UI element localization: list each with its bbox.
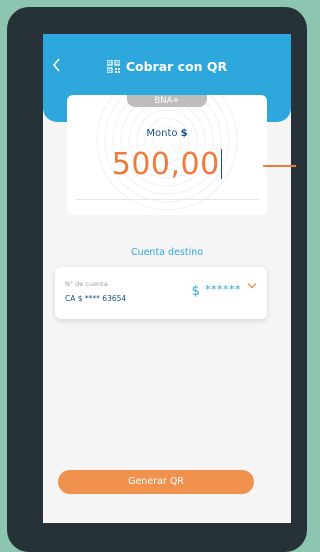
text-cursor: [220, 149, 223, 179]
amount-input[interactable]: 500,00: [67, 147, 267, 182]
bna-badge: BNA+: [127, 95, 207, 107]
device-frame: Cobrar con QR BNA+ Monto $ 500,00 Cuenta…: [7, 7, 307, 552]
generate-qr-button[interactable]: Generar QR: [58, 470, 254, 494]
callout-pointer-line: [263, 165, 296, 167]
currency-symbol: $: [180, 128, 188, 139]
amount-underline: [75, 199, 259, 200]
chevron-down-icon[interactable]: [247, 282, 257, 290]
page-title: Cobrar con QR: [125, 59, 228, 74]
amount-card: BNA+ Monto $ 500,00: [67, 95, 267, 215]
account-selector[interactable]: N° de cuenta CA $ **** 63654 $ ******: [55, 267, 267, 319]
qr-code-icon: [106, 60, 120, 73]
amount-label-row: Monto $: [67, 128, 267, 139]
header-title-group: Cobrar con QR: [43, 59, 291, 74]
destination-title: Cuenta destino: [130, 247, 204, 258]
balance-currency: $: [191, 284, 201, 299]
balance-masked: ******: [205, 283, 241, 296]
app-screen: Cobrar con QR BNA+ Monto $ 500,00 Cuenta…: [43, 34, 291, 523]
account-label: N° de cuenta: [65, 280, 108, 288]
account-balance: $ ******: [192, 283, 241, 299]
account-number: CA $ **** 63654: [65, 294, 127, 303]
amount-value: 500,00: [111, 147, 220, 182]
amount-label: Monto: [146, 128, 178, 139]
